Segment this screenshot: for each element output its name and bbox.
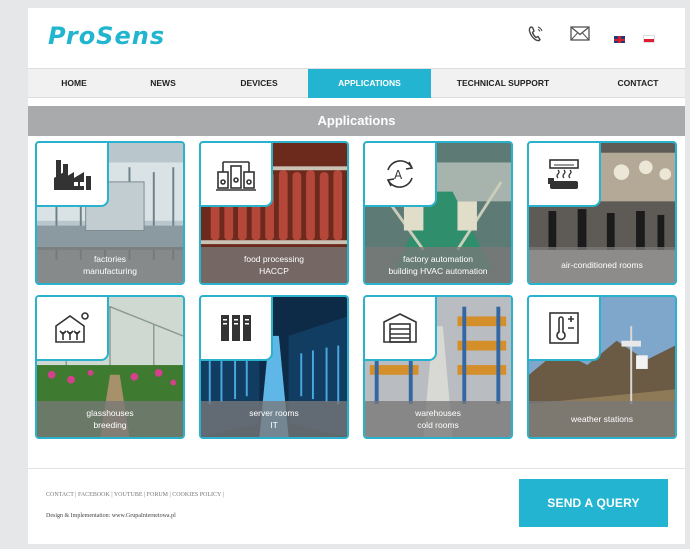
tile-warehouses[interactable]: warehouses cold rooms [363,295,513,439]
footer-links[interactable]: CONTACT | FACEBOOK | YOUTUBE | FORUM | C… [46,492,224,498]
main-nav: HOME NEWS DEVICES APPLICATIONS TECHNICAL… [28,68,685,98]
send-query-button[interactable]: SEND A QUERY [519,479,668,527]
tile-caption: server rooms IT [201,401,347,437]
page: ProSens HOME NEWS DEVICES APPLICATIONS T… [28,8,685,544]
mail-icon[interactable] [570,26,590,41]
tile-line2: building HVAC automation [388,266,488,276]
tile-line2: HACCP [259,266,289,276]
tile-line2: IT [270,420,278,430]
tile-air-conditioned-rooms[interactable]: air-conditioned rooms [527,141,677,285]
thermometer-icon [529,297,601,361]
tile-caption: weather stations [529,401,675,437]
factory-icon [37,143,109,207]
automation-icon: A [365,143,437,207]
tile-weather-stations[interactable]: weather stations [527,295,677,439]
nav-applications[interactable]: APPLICATIONS [308,69,431,98]
tile-line2: manufacturing [83,266,137,276]
tile-line2: breeding [93,420,127,430]
tile-factories[interactable]: factories manufacturing [35,141,185,285]
section-title: Applications [28,106,685,136]
tile-line1: factories [93,254,127,264]
glasshouse-icon [37,297,109,361]
tile-line2: cold rooms [417,420,459,430]
nav-technical-support[interactable]: TECHNICAL SUPPORT [443,69,563,98]
tile-caption: warehouses cold rooms [365,401,511,437]
tile-server-rooms[interactable]: server rooms IT [199,295,349,439]
footer-divider [28,468,685,469]
nav-home[interactable]: HOME [34,69,114,98]
tile-line1: warehouses [415,408,461,418]
tile-line1: weather stations [571,414,633,424]
phone-icon[interactable] [527,24,545,44]
warehouse-icon [365,297,437,361]
logo[interactable]: ProSens [48,22,165,50]
footer-credit[interactable]: Design & Implementation: www.GrupaIntern… [46,513,176,519]
tile-line1: factory automation [403,254,473,264]
tile-line1: food processing [243,254,304,264]
flag-uk-icon[interactable] [614,36,625,43]
svg-text:A: A [394,168,403,182]
nav-news[interactable]: NEWS [124,69,202,98]
tile-line1: air-conditioned rooms [561,260,643,270]
tile-glasshouses[interactable]: glasshouses breeding [35,295,185,439]
tile-factory-automation[interactable]: A factory automation building HVAC autom… [363,141,513,285]
tile-caption: factories manufacturing [37,247,183,283]
tile-food-processing[interactable]: food processing HACCP [199,141,349,285]
tile-caption: air-conditioned rooms [529,247,675,283]
tile-line1: glasshouses [86,408,134,418]
tile-caption: glasshouses breeding [37,401,183,437]
food-processing-icon [201,143,273,207]
nav-devices[interactable]: DEVICES [216,69,302,98]
nav-contact[interactable]: CONTACT [598,69,678,98]
server-icon [201,297,273,361]
tile-line1: server rooms [249,408,299,418]
tile-caption: factory automation building HVAC automat… [365,247,511,283]
air-conditioner-icon [529,143,601,207]
flag-pl-icon[interactable] [643,35,655,43]
tile-caption: food processing HACCP [201,247,347,283]
